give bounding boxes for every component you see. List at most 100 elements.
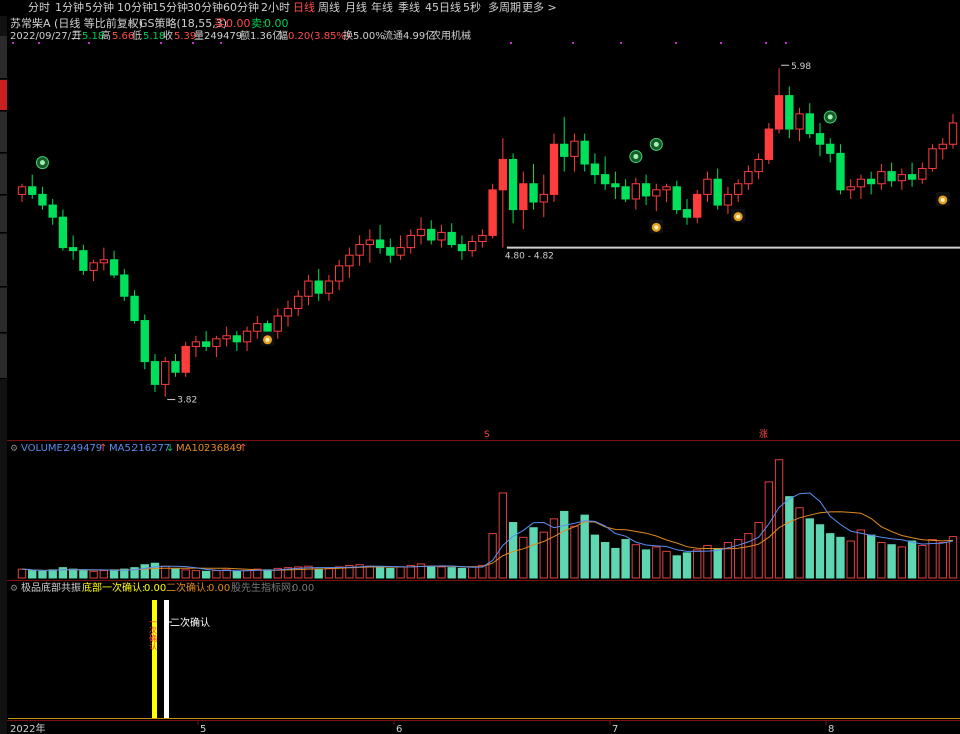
candle[interactable] xyxy=(754,153,763,180)
candle[interactable] xyxy=(314,268,323,301)
candle[interactable] xyxy=(150,354,160,392)
candle[interactable] xyxy=(406,229,415,254)
candle[interactable] xyxy=(447,223,456,248)
candle[interactable] xyxy=(253,316,262,339)
candle[interactable] xyxy=(437,224,446,248)
candle[interactable] xyxy=(68,235,78,260)
month-label: 7 xyxy=(612,724,618,734)
candle[interactable] xyxy=(549,133,559,202)
candle[interactable] xyxy=(682,198,692,225)
candle[interactable] xyxy=(38,186,47,210)
candle[interactable] xyxy=(375,224,385,254)
volume-gear-icon[interactable]: ⚙ xyxy=(10,444,18,454)
candle[interactable] xyxy=(478,229,487,248)
candle[interactable] xyxy=(222,326,231,347)
candle-body xyxy=(334,265,344,282)
candle[interactable] xyxy=(324,274,334,301)
candle[interactable] xyxy=(488,183,497,239)
candle[interactable] xyxy=(242,326,252,351)
settings-gear-icon[interactable]: ⚙ xyxy=(127,20,135,30)
candle[interactable] xyxy=(201,331,211,351)
candle[interactable] xyxy=(652,183,661,212)
candle[interactable] xyxy=(457,235,467,260)
candle[interactable] xyxy=(764,122,774,164)
candle[interactable] xyxy=(427,220,436,245)
candle[interactable] xyxy=(621,179,630,202)
candle[interactable] xyxy=(846,179,855,199)
candle[interactable] xyxy=(498,138,508,248)
candle[interactable] xyxy=(733,179,743,202)
candle[interactable] xyxy=(161,357,170,397)
candle[interactable] xyxy=(89,259,98,282)
candle-body xyxy=(621,186,630,200)
candle[interactable] xyxy=(519,171,528,230)
candle[interactable] xyxy=(120,268,129,301)
candle[interactable] xyxy=(345,247,354,278)
candle[interactable] xyxy=(294,290,303,316)
candle[interactable] xyxy=(948,113,958,149)
candle[interactable] xyxy=(48,198,57,225)
candle[interactable] xyxy=(386,238,395,263)
candle[interactable] xyxy=(232,331,242,351)
candle[interactable] xyxy=(774,68,784,134)
candle[interactable] xyxy=(416,217,426,245)
candle[interactable] xyxy=(181,341,190,377)
candle[interactable] xyxy=(304,274,313,306)
candle[interactable] xyxy=(58,209,68,251)
candle[interactable] xyxy=(590,153,600,184)
candle[interactable] xyxy=(365,229,375,263)
candle[interactable] xyxy=(938,138,947,160)
candle[interactable] xyxy=(283,300,293,327)
candlestick-series[interactable] xyxy=(17,68,958,397)
chart-area[interactable]: 苏常柴A (日线 等比前复权) ⚙ GS策略(18,55,3) 买: 0.00 … xyxy=(0,0,960,734)
candle[interactable] xyxy=(212,335,221,358)
candle[interactable] xyxy=(28,174,37,199)
candle[interactable] xyxy=(109,250,119,278)
candle[interactable] xyxy=(171,354,180,377)
candle[interactable] xyxy=(396,235,405,260)
candle[interactable] xyxy=(836,144,845,195)
candle[interactable] xyxy=(887,162,896,187)
candle[interactable] xyxy=(723,186,733,215)
candle[interactable] xyxy=(672,180,681,215)
candle[interactable] xyxy=(856,174,866,199)
candle[interactable] xyxy=(744,165,753,190)
candle[interactable] xyxy=(877,164,886,190)
candle[interactable] xyxy=(508,153,518,224)
candle[interactable] xyxy=(662,183,671,202)
candle[interactable] xyxy=(17,183,27,202)
candle[interactable] xyxy=(805,103,814,139)
candle[interactable] xyxy=(928,144,937,172)
candle[interactable] xyxy=(703,171,712,202)
candle[interactable] xyxy=(334,259,344,291)
volume-arrow: ↑ xyxy=(99,443,107,454)
candle[interactable] xyxy=(785,86,794,139)
candle[interactable] xyxy=(866,171,876,195)
candle[interactable] xyxy=(897,168,907,190)
candle[interactable] xyxy=(560,116,569,172)
candle[interactable] xyxy=(826,138,835,163)
candle[interactable] xyxy=(130,290,139,324)
candle[interactable] xyxy=(641,174,651,206)
candle[interactable] xyxy=(570,133,579,172)
candle[interactable] xyxy=(539,174,548,218)
candle[interactable] xyxy=(795,107,804,142)
candle[interactable] xyxy=(140,314,149,370)
candle[interactable] xyxy=(273,308,282,339)
candle[interactable] xyxy=(713,168,722,210)
candle[interactable] xyxy=(467,235,477,257)
candle[interactable] xyxy=(693,189,702,224)
candle[interactable] xyxy=(79,244,88,275)
candle[interactable] xyxy=(611,171,620,199)
candle[interactable] xyxy=(529,164,538,210)
candle[interactable] xyxy=(907,162,917,187)
indicator-gear-icon[interactable]: ⚙ xyxy=(10,584,18,594)
candle[interactable] xyxy=(355,235,364,266)
candle[interactable] xyxy=(191,335,201,358)
candle[interactable] xyxy=(631,177,641,210)
candle[interactable] xyxy=(580,133,589,172)
candle[interactable] xyxy=(99,247,109,271)
candle[interactable] xyxy=(600,156,610,190)
candle[interactable] xyxy=(918,162,927,184)
candle[interactable] xyxy=(815,122,825,157)
